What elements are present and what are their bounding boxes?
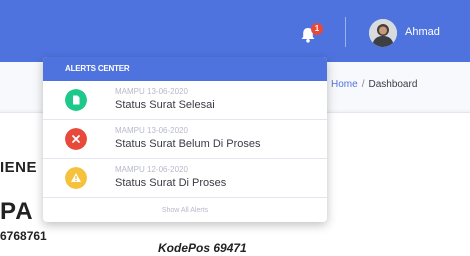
alert-count-badge: 1 (311, 23, 323, 35)
alert-date: MAMPU 13-06-2020 (115, 126, 188, 135)
alert-item[interactable]: MAMPU 13-06-2020 Status Surat Belum Di P… (43, 120, 327, 159)
breadcrumb-separator: / (361, 79, 365, 90)
username[interactable]: Ahmad (405, 26, 440, 38)
file-icon (65, 89, 87, 111)
close-icon (65, 128, 87, 150)
alert-item[interactable]: MAMPU 13-06-2020 Status Surat Selesai (43, 81, 327, 120)
alert-date: MAMPU 12-06-2020 (115, 165, 188, 174)
alert-item[interactable]: MAMPU 12-06-2020 Status Surat Di Proses (43, 159, 327, 198)
document-postal-code: KodePos 69471 (158, 241, 247, 255)
user-photo-icon (369, 19, 397, 47)
show-all-alerts-link[interactable]: Show All Alerts (43, 198, 327, 222)
warning-icon (65, 167, 87, 189)
breadcrumb: Home / Dashboard (331, 79, 417, 90)
breadcrumb-current: Dashboard (368, 79, 418, 90)
top-navbar (0, 0, 470, 62)
alert-text: Status Surat Di Proses (115, 177, 227, 189)
document-text-fragment: IENE (0, 159, 38, 176)
alert-date: MAMPU 13-06-2020 (115, 87, 188, 96)
document-text-fragment: 6768761 (0, 229, 47, 243)
breadcrumb-home-link[interactable]: Home (331, 79, 358, 90)
topbar-divider (345, 17, 346, 47)
alert-text: Status Surat Selesai (115, 99, 215, 111)
alerts-dropdown: ALERTS CENTER MAMPU 13-06-2020 Status Su… (43, 57, 327, 222)
document-text-fragment: PA (0, 198, 34, 225)
alert-text: Status Surat Belum Di Proses (115, 138, 261, 150)
avatar[interactable] (369, 19, 397, 47)
alerts-header: ALERTS CENTER (43, 57, 327, 81)
